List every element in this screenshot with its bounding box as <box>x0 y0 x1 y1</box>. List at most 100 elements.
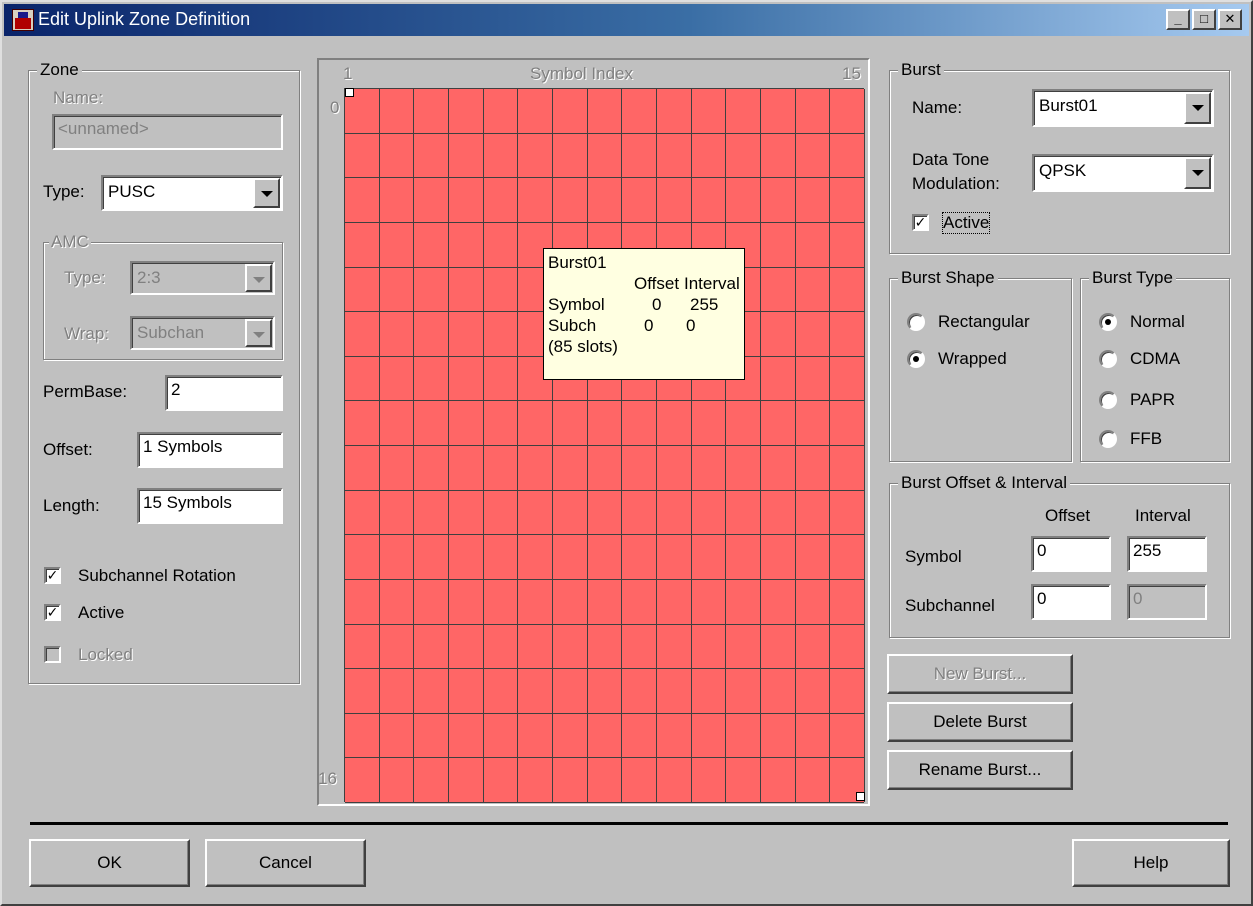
burst-shape-legend: Burst Shape <box>898 268 998 288</box>
burst-legend: Burst <box>898 60 944 80</box>
tooltip-subch-label: Subch <box>548 316 597 335</box>
chevron-down-icon <box>245 264 272 292</box>
symbol-offset-field[interactable]: 0 <box>1031 536 1111 572</box>
amc-wrap-label: Wrap: <box>64 324 110 343</box>
y-axis-end-label: 16 <box>318 769 337 788</box>
zone-type-label: Type: <box>43 182 85 201</box>
amc-legend: AMC <box>49 232 91 252</box>
interval-header: Interval <box>1135 506 1191 525</box>
tooltip-offset-header: Offset <box>634 274 680 293</box>
tooltip-subch-offset: 0 <box>644 316 654 335</box>
grid-column-line <box>864 89 865 802</box>
burst-active-checkbox[interactable]: ✓ <box>912 214 929 231</box>
amc-type-label: Type: <box>64 268 106 287</box>
subchannel-interval-field: 0 <box>1127 584 1207 620</box>
tooltip-burst-name: Burst01 <box>548 253 607 272</box>
shape-rectangular-label[interactable]: Rectangular <box>938 312 1030 332</box>
cancel-button[interactable]: Cancel <box>205 839 366 887</box>
shape-wrapped-radio[interactable] <box>907 350 925 368</box>
symbol-subchannel-grid[interactable] <box>344 88 865 803</box>
symbol-interval-field[interactable]: 255 <box>1127 536 1207 572</box>
burst-active-label[interactable]: Active <box>941 212 991 234</box>
modulation-value: QPSK <box>1039 161 1087 180</box>
grid-row-line <box>345 133 864 134</box>
offset-header: Offset <box>1045 506 1091 525</box>
chevron-down-icon[interactable] <box>1184 92 1211 124</box>
zone-locked-checkbox <box>44 646 61 663</box>
zone-legend: Zone <box>37 60 82 80</box>
title-bar[interactable]: Edit Uplink Zone Definition _ □ ✕ <box>4 4 1249 36</box>
symbol-label: Symbol <box>905 547 962 566</box>
zone-name-field: <unnamed> <box>52 114 283 150</box>
shape-wrapped-label[interactable]: Wrapped <box>938 349 1007 369</box>
grid-row-line <box>345 445 864 446</box>
ok-button[interactable]: OK <box>29 839 190 887</box>
grid-row-line <box>345 802 864 803</box>
delete-burst-button[interactable]: Delete Burst <box>887 702 1073 742</box>
x-axis-end-label: 15 <box>842 64 861 83</box>
burst-name-label: Name: <box>912 98 963 117</box>
amc-wrap-select: Subchan <box>130 316 275 350</box>
grid-row-line <box>345 177 864 178</box>
burst-shape-group: Burst Shape <box>889 268 1072 462</box>
offset-field[interactable]: 1 Symbols <box>137 432 283 468</box>
tooltip-symbol-label: Symbol <box>548 295 605 314</box>
length-label: Length: <box>43 496 100 515</box>
type-normal-radio[interactable] <box>1099 313 1117 331</box>
subchannel-rotation-label[interactable]: Subchannel Rotation <box>78 566 236 586</box>
dialog-window: Edit Uplink Zone Definition _ □ ✕ Zone N… <box>0 0 1253 906</box>
grid-row-line <box>345 534 864 535</box>
window-title: Edit Uplink Zone Definition <box>38 9 251 29</box>
rename-burst-button[interactable]: Rename Burst... <box>887 750 1073 790</box>
tooltip-interval-header: Interval <box>684 274 740 293</box>
y-axis-start-label: 0 <box>330 98 340 117</box>
help-button[interactable]: Help <box>1072 839 1230 887</box>
burst-type-legend: Burst Type <box>1089 268 1176 288</box>
minimize-button[interactable]: _ <box>1166 9 1190 30</box>
permbase-field[interactable]: 2 <box>165 375 283 411</box>
type-cdma-radio[interactable] <box>1099 350 1117 368</box>
modulation-label-line2: Modulation: <box>912 174 1000 193</box>
subchannel-rotation-checkbox[interactable]: ✓ <box>44 567 61 584</box>
type-cdma-label[interactable]: CDMA <box>1130 349 1180 369</box>
burst-end-handle[interactable] <box>856 792 865 801</box>
grid-row-line <box>345 490 864 491</box>
subchannel-offset-field[interactable]: 0 <box>1031 584 1111 620</box>
tooltip-slots: (85 slots) <box>548 337 618 356</box>
chevron-down-icon[interactable] <box>253 178 280 208</box>
grid-row-line <box>345 222 864 223</box>
type-normal-label[interactable]: Normal <box>1130 312 1185 332</box>
burst-offset-legend: Burst Offset & Interval <box>898 473 1070 493</box>
modulation-select[interactable]: QPSK <box>1032 154 1214 192</box>
zone-type-select[interactable]: PUSC <box>101 175 283 211</box>
shape-rectangular-radio[interactable] <box>907 313 925 331</box>
permbase-label: PermBase: <box>43 382 128 401</box>
zone-active-label[interactable]: Active <box>78 603 124 623</box>
x-axis-start-label: 1 <box>343 64 353 83</box>
chevron-down-icon[interactable] <box>1184 157 1211 189</box>
maximize-button[interactable]: □ <box>1192 9 1216 30</box>
modulation-label-line1: Data Tone <box>912 150 990 169</box>
tooltip-symbol-offset: 0 <box>652 295 662 314</box>
type-papr-radio[interactable] <box>1099 391 1117 409</box>
type-papr-label[interactable]: PAPR <box>1130 390 1175 410</box>
tooltip-subch-interval: 0 <box>686 316 696 335</box>
app-icon <box>12 9 34 31</box>
burst-name-select[interactable]: Burst01 <box>1032 89 1214 127</box>
subchannel-label: Subchannel <box>905 596 995 615</box>
burst-start-handle[interactable] <box>345 88 354 97</box>
type-ffb-label[interactable]: FFB <box>1130 429 1162 449</box>
close-button[interactable]: ✕ <box>1218 9 1242 30</box>
type-ffb-radio[interactable] <box>1099 430 1117 448</box>
amc-type-select: 2:3 <box>130 261 275 295</box>
amc-wrap-value: Subchan <box>137 323 205 342</box>
zone-active-checkbox[interactable]: ✓ <box>44 604 61 621</box>
burst-name-value: Burst01 <box>1039 96 1098 115</box>
zone-type-value: PUSC <box>108 182 156 201</box>
grid-row-line <box>345 713 864 714</box>
grid-row-line <box>345 400 864 401</box>
offset-label: Offset: <box>43 440 93 459</box>
grid-row-line <box>345 757 864 758</box>
bottom-separator <box>30 822 1228 825</box>
length-field[interactable]: 15 Symbols <box>137 488 283 524</box>
